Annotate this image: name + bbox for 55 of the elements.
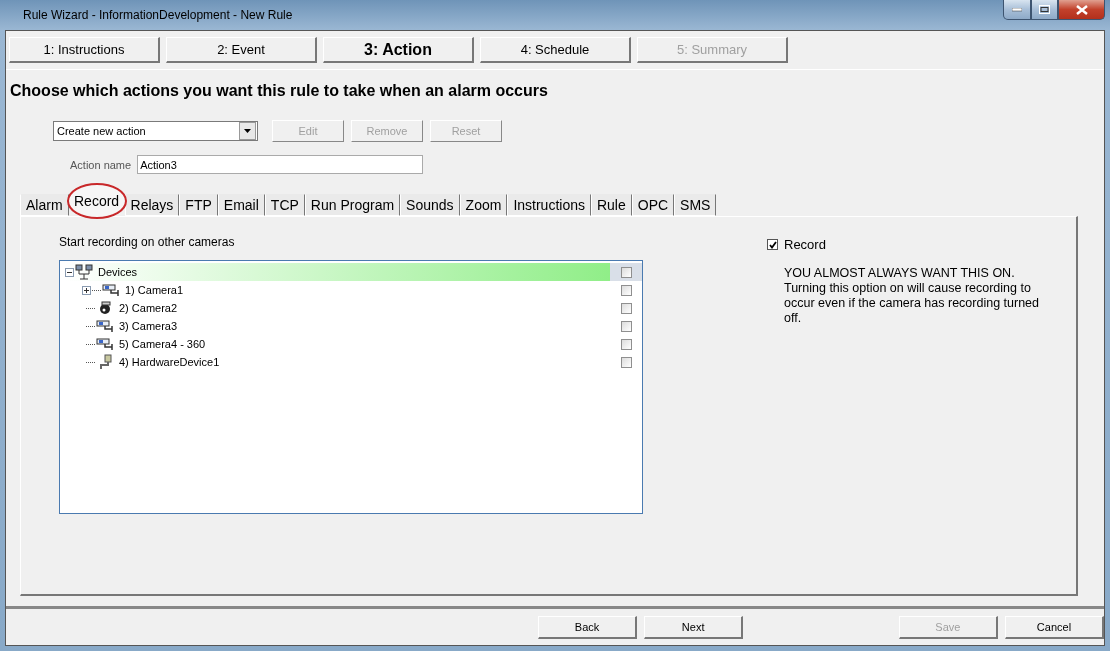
page-heading: Choose which actions you want this rule to take when an alarm occurs — [10, 82, 549, 100]
tab[interactable]: TCP — [264, 194, 305, 216]
window-title: Rule Wizard - InformationDevelopment - New Rule — [23, 8, 293, 22]
minimize-button[interactable] — [1003, 0, 1031, 20]
tab[interactable]: Run Program — [304, 194, 401, 216]
tab[interactable]: Instructions — [507, 194, 591, 216]
tree-item[interactable]: 3) Camera3 — [116, 320, 181, 332]
checkbox[interactable] — [621, 356, 632, 368]
checkbox[interactable] — [621, 338, 632, 350]
action-dropdown[interactable]: Create new action — [53, 121, 258, 141]
tree-item[interactable]: 1) Camera1 — [122, 284, 187, 296]
warning-text: YOU ALMOST ALWAYS WANT THIS ON. — [784, 266, 1016, 281]
wizard-step-button[interactable]: 1: Instructions — [9, 37, 160, 63]
close-button[interactable] — [1058, 0, 1105, 20]
network-icon — [75, 264, 93, 280]
tree-item[interactable]: Devices — [95, 266, 141, 278]
wizard-step-button[interactable]: 4: Schedule — [480, 37, 631, 63]
circled-tab[interactable]: Record — [66, 183, 127, 219]
description-text: Turning this option on will cause recording to occur even if the camera has recording turned off. — [784, 281, 1040, 326]
footer-button[interactable]: Next — [644, 615, 744, 639]
tree-item[interactable]: 4) HardwareDevice1 — [116, 356, 223, 368]
dropdown-arrow-icon — [244, 129, 251, 133]
tab[interactable]: FTP — [179, 194, 218, 216]
checkbox[interactable] — [621, 302, 632, 314]
expand-icon[interactable] — [82, 285, 91, 295]
section-caption: Start recording on other cameras — [59, 235, 236, 249]
record-label: Record — [784, 237, 826, 252]
tab[interactable]: Sounds — [400, 194, 460, 216]
maximize-button[interactable] — [1031, 0, 1058, 20]
security-camera-icon — [96, 319, 114, 333]
footer-button[interactable]: Cancel — [1004, 615, 1105, 639]
security-camera-icon — [96, 337, 114, 351]
wizard-step-button[interactable]: 2: Event — [166, 37, 317, 63]
collapse-icon[interactable] — [65, 267, 74, 277]
tab[interactable]: OPC — [631, 194, 675, 216]
record-checkbox[interactable] — [767, 239, 778, 250]
tree-item[interactable]: 2) Camera2 — [116, 302, 181, 314]
wizard-step-button[interactable]: 3: Action — [323, 37, 474, 63]
tab[interactable]: Email — [217, 194, 265, 216]
tab[interactable]: SMS — [674, 194, 717, 216]
action-name-field[interactable]: Action3 — [137, 155, 424, 174]
checkbox[interactable] — [621, 320, 632, 332]
security-camera-icon — [102, 283, 120, 297]
checkbox[interactable] — [621, 284, 632, 296]
action-name-label: Action name — [70, 158, 132, 171]
tab[interactable]: Rule — [590, 194, 632, 216]
checkbox[interactable] — [621, 266, 632, 278]
footer-button[interactable]: Back — [538, 615, 638, 639]
tree-item[interactable]: 5) Camera4 - 360 — [116, 338, 209, 350]
minimize-icon — [1012, 7, 1022, 12]
tab[interactable]: Zoom — [459, 194, 508, 216]
maximize-icon — [1039, 5, 1050, 14]
tab[interactable]: Relays — [124, 194, 180, 216]
tab[interactable]: Alarm — [20, 194, 69, 216]
close-icon — [1075, 4, 1088, 15]
